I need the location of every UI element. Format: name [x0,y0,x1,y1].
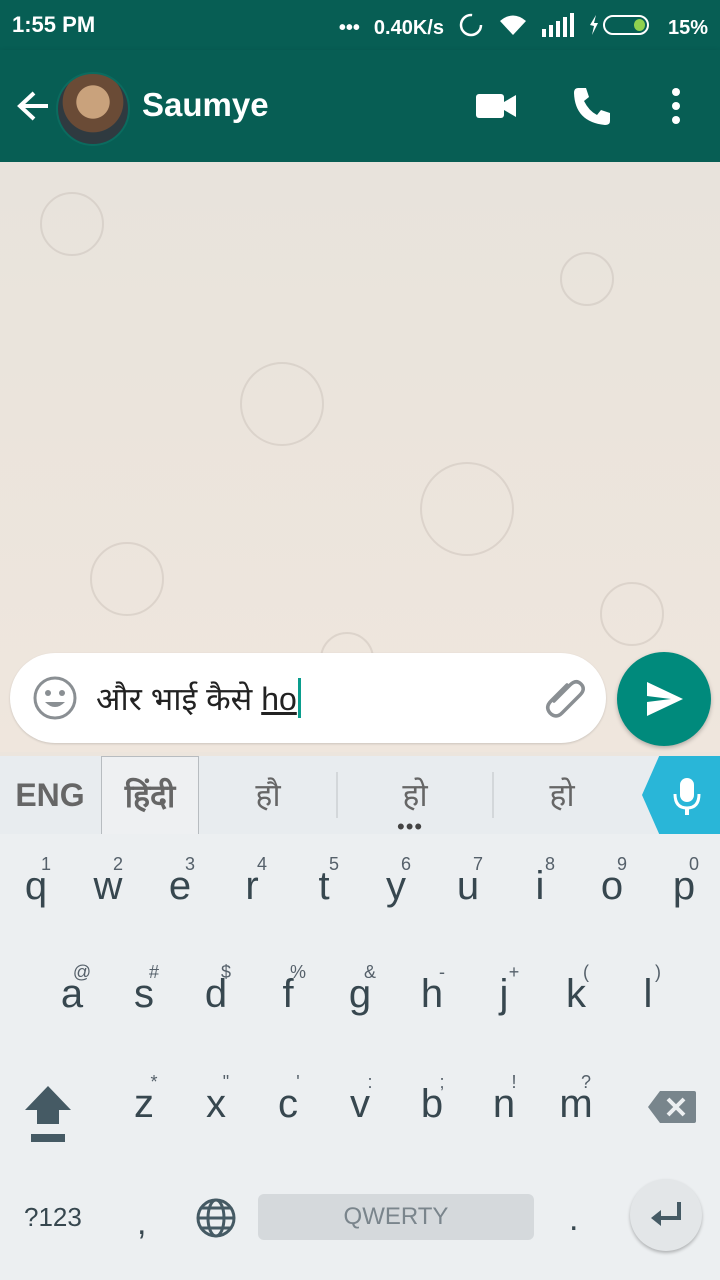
key-u[interactable]: 7u [432,854,504,909]
emoji-icon[interactable] [32,675,78,721]
key-a[interactable]: @ a [36,962,108,1017]
key-e[interactable]: 3e [144,854,216,909]
contact-name[interactable]: Saumye [142,86,269,124]
more-vert-icon[interactable] [654,84,698,128]
doodle [420,462,514,556]
enter-icon [651,1202,681,1226]
key-g[interactable]: & g [324,962,396,1017]
key-q[interactable]: 1q [0,854,72,909]
key-k[interactable]: (k [540,962,612,1017]
key-m[interactable]: ? m [540,1072,612,1127]
space-bar[interactable]: QWERTY [258,1194,534,1240]
key-n[interactable]: ! n [468,1072,540,1127]
key-w[interactable]: 2w [72,854,144,909]
key-s[interactable]: # s [108,962,180,1017]
key-r[interactable]: 4r [216,854,288,909]
symbols-key[interactable]: ?123 [24,1202,82,1233]
period-key[interactable]: . [569,1200,578,1239]
key-t[interactable]: 5t [288,854,360,909]
lang-eng-button[interactable]: ENG [0,756,100,834]
mic-icon [673,778,701,815]
key-c[interactable]: ' c [252,1072,324,1127]
key-p[interactable]: 0p [648,854,720,909]
key-f[interactable]: % f [252,962,324,1017]
key-l[interactable]: ) l [612,962,684,1017]
suggestion-item[interactable]: हो [494,756,630,834]
status-bar: 1:55 PM ••• 0.40K/s 15% [0,0,720,50]
enter-key[interactable] [630,1179,702,1251]
doodle [40,192,104,256]
network-speed: 0.40K/s [373,16,444,39]
signal-icon [541,13,574,43]
key-z[interactable]: * z [108,1072,180,1127]
battery-icon [588,13,654,43]
send-button[interactable] [617,652,711,746]
backspace-key[interactable] [636,1089,708,1130]
status-time: 1:55 PM [12,12,96,37]
sync-icon [458,12,484,44]
key-o[interactable]: 9o [576,854,648,909]
send-icon [647,682,683,716]
key-hint: ) [655,962,661,982]
chat-header: Saumye [0,50,720,162]
doodle [90,542,164,616]
comma-key[interactable]: , [137,1204,146,1243]
keyboard: 1q 2w 3e 4r 5t 6y 7u 8i 9o 0p @ a # s $ d %… [0,834,720,1280]
back-arrow-icon[interactable] [14,84,54,128]
doodle [560,252,614,306]
shift-key[interactable] [12,1082,84,1152]
message-input-bar[interactable]: और भाई कैसे ho [10,653,606,743]
key-j[interactable]: + j [468,962,540,1017]
lang-hindi-button[interactable]: हिंदी [101,756,199,834]
key-b[interactable]: ; b [396,1072,468,1127]
key-hint: ? [580,1072,591,1092]
shift-icon [25,1086,71,1142]
avatar[interactable] [56,72,130,146]
doodle [240,362,324,446]
key-i[interactable]: 8i [504,854,576,909]
text-caret [297,678,301,718]
globe-icon[interactable] [194,1196,238,1245]
suggestion-item[interactable]: हौ [200,756,336,834]
message-composing-text: ho [261,681,297,717]
doodle [600,582,664,646]
battery-percent: 15% [667,16,708,39]
key-x[interactable]: " x [180,1072,252,1127]
video-call-icon[interactable] [474,84,518,128]
message-committed-text: और भाई कैसे [96,681,262,717]
attach-icon[interactable] [540,673,590,723]
backspace-icon [648,1091,696,1123]
key-h[interactable]: -h [396,962,468,1017]
key-y[interactable]: 6y [360,854,432,909]
key-d[interactable]: $ d [180,962,252,1017]
message-input[interactable]: और भाई कैसे ho [96,677,301,720]
key-v[interactable]: :v [324,1072,396,1127]
wifi-icon [498,13,528,43]
key-hint: 0 [688,854,699,874]
phone-icon[interactable] [570,84,614,128]
suggestion-strip: ENG हिंदी हौ हो हो [0,756,720,834]
more-suggestions-indicator: ••• [397,814,424,839]
more-dots-icon: ••• [338,16,360,39]
